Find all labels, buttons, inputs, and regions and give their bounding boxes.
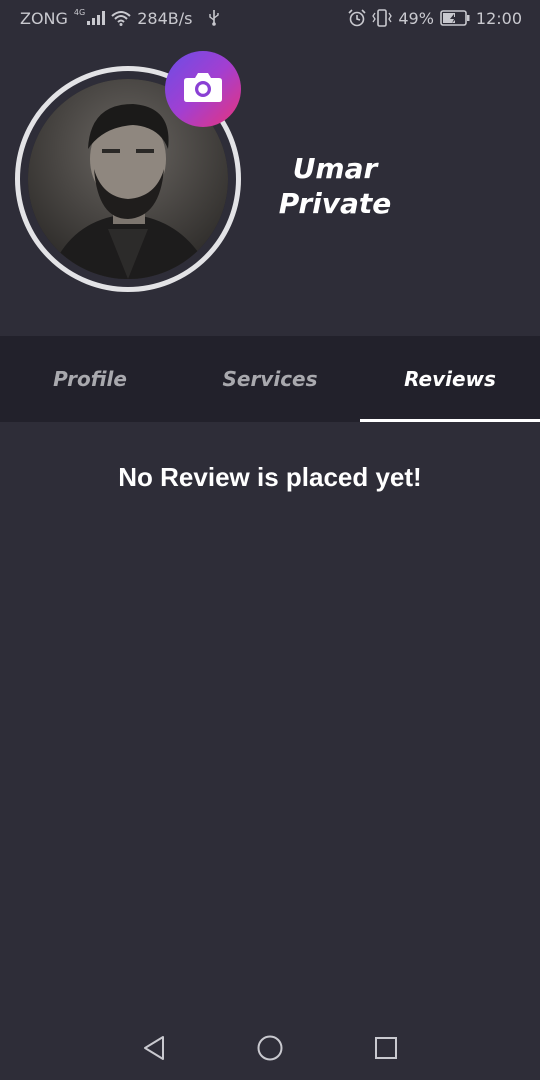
carrier-label: ZONG — [20, 8, 68, 28]
user-last-name: Private — [278, 187, 392, 220]
navigation-bar — [0, 1020, 540, 1080]
usb-icon — [208, 10, 220, 26]
status-bar: ZONG 4G 284B/s 49% 12:00 — [0, 0, 540, 36]
recents-button[interactable] — [372, 1036, 400, 1064]
status-bar-left: ZONG 4G 284B/s — [20, 7, 220, 28]
tab-reviews-label: Reviews — [404, 367, 496, 391]
time-label: 12:00 — [475, 8, 522, 28]
back-icon — [142, 1035, 166, 1065]
home-icon — [257, 1035, 283, 1065]
user-first-name: Umar — [292, 152, 378, 185]
network-type-label: 4G — [73, 7, 86, 17]
tab-bar: Profile Services Reviews — [0, 336, 540, 422]
tab-profile[interactable]: Profile — [0, 336, 180, 422]
battery-charging-icon — [440, 10, 470, 26]
app-screen: ZONG 4G 284B/s 49% 12:00 Umar Private Pr… — [0, 0, 540, 1080]
profile-header: Umar Private — [0, 36, 540, 336]
status-bar-right: 49% 12:00 — [348, 9, 522, 28]
tab-services[interactable]: Services — [180, 336, 360, 422]
data-rate-label: 284B/s — [137, 8, 193, 28]
active-tab-indicator — [360, 419, 540, 422]
tab-services-label: Services — [222, 367, 318, 391]
recents-icon — [374, 1036, 398, 1064]
tab-reviews[interactable]: Reviews — [360, 336, 540, 422]
empty-reviews-message: No Review is placed yet! — [118, 462, 422, 492]
tab-profile-label: Profile — [53, 367, 127, 391]
back-button[interactable] — [140, 1036, 168, 1064]
user-name: Umar Private — [260, 151, 410, 221]
alarm-icon — [348, 9, 366, 27]
signal-icon — [87, 11, 106, 25]
change-photo-button[interactable] — [165, 51, 241, 127]
wifi-icon — [111, 10, 131, 26]
camera-icon — [183, 71, 223, 107]
home-button[interactable] — [256, 1035, 284, 1065]
vibrate-icon — [372, 9, 393, 27]
battery-percent-label: 49% — [398, 8, 434, 28]
